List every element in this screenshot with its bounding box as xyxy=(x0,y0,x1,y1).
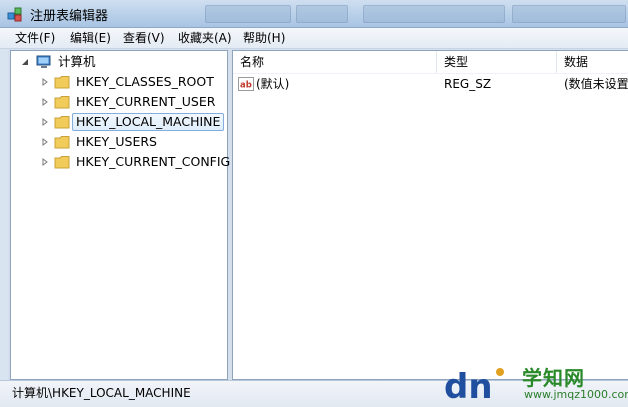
background-tab xyxy=(296,5,348,23)
tree-item-label: HKEY_LOCAL_MACHINE xyxy=(72,113,225,131)
tree-item[interactable]: HKEY_CLASSES_ROOT xyxy=(11,73,225,91)
regedit-icon xyxy=(7,7,22,22)
tree-item[interactable]: HKEY_CURRENT_CONFIG xyxy=(11,153,230,171)
background-tab xyxy=(205,5,291,23)
folder-icon xyxy=(54,96,70,109)
folder-icon xyxy=(54,136,70,149)
tree-item-label: HKEY_USERS xyxy=(76,134,157,149)
expand-arrow-icon[interactable] xyxy=(41,138,49,146)
value-type: REG_SZ xyxy=(444,77,492,91)
tree-item[interactable]: HKEY_CURRENT_USER xyxy=(11,93,225,111)
tree-item-label: HKEY_CURRENT_USER xyxy=(76,94,216,109)
watermark-site-name: 学知网 xyxy=(522,366,585,390)
svg-text:dn: dn xyxy=(444,367,493,406)
column-header-type[interactable]: 类型 xyxy=(437,51,557,73)
values-list[interactable]: 名称 类型 数据 ab (默认) REG_SZ (数值未设置) xyxy=(232,50,628,380)
column-header-data[interactable]: 数据 xyxy=(557,51,628,73)
key-tree[interactable]: 计算机 HKEY_CLASSES_ROOT HKEY_CURRENT_USER … xyxy=(10,50,230,380)
menu-view[interactable]: 查看(V) xyxy=(120,30,168,46)
status-path: 计算机\HKEY_LOCAL_MACHINE xyxy=(12,386,191,400)
watermark-url: www.jmqz1000.com xyxy=(524,388,628,401)
folder-icon xyxy=(54,156,70,169)
folder-icon xyxy=(54,76,70,89)
dn-logo-icon: dn xyxy=(444,367,504,406)
watermark: dn 学知网 www.jmqz1000.com xyxy=(440,362,628,406)
tree-item-label: HKEY_CLASSES_ROOT xyxy=(76,74,214,89)
tree-item-selected[interactable]: HKEY_LOCAL_MACHINE xyxy=(11,113,225,131)
expand-arrow-icon[interactable] xyxy=(41,158,49,166)
tree-item-label: HKEY_CURRENT_CONFIG xyxy=(76,154,231,169)
list-header: 名称 类型 数据 xyxy=(233,51,628,74)
computer-icon xyxy=(36,55,51,68)
title-bar[interactable]: 注册表编辑器 xyxy=(0,0,628,28)
collapse-arrow-icon[interactable] xyxy=(21,58,29,66)
table-row[interactable]: ab (默认) REG_SZ (数值未设置) xyxy=(233,75,628,93)
menu-file[interactable]: 文件(F) xyxy=(12,30,58,46)
menu-help[interactable]: 帮助(H) xyxy=(240,30,288,46)
expand-arrow-icon[interactable] xyxy=(41,98,49,106)
expand-arrow-icon[interactable] xyxy=(41,118,49,126)
menu-bar: 文件(F) 编辑(E) 查看(V) 收藏夹(A) 帮助(H) xyxy=(0,28,628,49)
tree-root[interactable]: 计算机 xyxy=(11,53,225,71)
expand-arrow-icon[interactable] xyxy=(41,78,49,86)
value-data: (数值未设置) xyxy=(564,77,628,91)
string-value-icon: ab xyxy=(238,77,254,91)
svg-text:ab: ab xyxy=(240,81,252,91)
tree-root-label: 计算机 xyxy=(58,54,96,69)
menu-favorites[interactable]: 收藏夹(A) xyxy=(175,30,235,46)
window-title: 注册表编辑器 xyxy=(30,9,109,24)
value-name: (默认) xyxy=(256,77,290,91)
folder-icon xyxy=(54,116,70,129)
menu-edit[interactable]: 编辑(E) xyxy=(67,30,114,46)
tree-item[interactable]: HKEY_USERS xyxy=(11,133,225,151)
background-tab xyxy=(512,5,626,23)
column-header-name[interactable]: 名称 xyxy=(233,51,437,73)
background-tab xyxy=(363,5,505,23)
